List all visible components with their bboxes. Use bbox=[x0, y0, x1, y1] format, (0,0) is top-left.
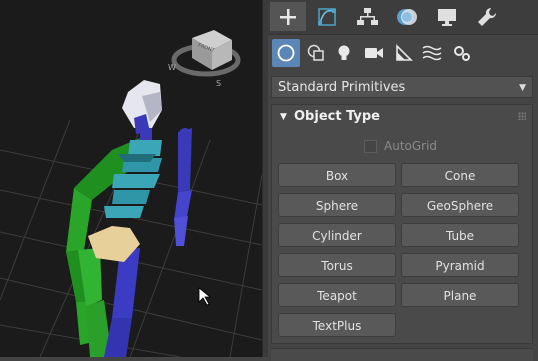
category-dropdown-value: Standard Primitives bbox=[278, 80, 406, 95]
rollout-title: Object Type bbox=[294, 109, 380, 124]
object-type-rollout-header[interactable]: ▼ Object Type bbox=[272, 105, 532, 129]
subcategory-lights[interactable] bbox=[330, 39, 358, 67]
checkbox-box[interactable] bbox=[364, 139, 377, 153]
shapes-icon bbox=[307, 44, 324, 61]
subcategory-geometry[interactable] bbox=[272, 39, 300, 67]
subcategory-helpers[interactable] bbox=[390, 39, 418, 67]
mouse-cursor-icon bbox=[198, 287, 212, 306]
tab-utilities[interactable] bbox=[470, 2, 504, 31]
subcategory-shapes[interactable] bbox=[302, 39, 330, 67]
torus-button[interactable]: Torus bbox=[278, 253, 396, 277]
autogrid-label: AutoGrid bbox=[384, 139, 438, 153]
name-and-color-rollout[interactable] bbox=[271, 348, 533, 361]
modify-curve-icon bbox=[318, 7, 336, 26]
textplus-button[interactable]: TextPlus bbox=[278, 313, 396, 337]
object-type-rollout: ▼ Object Type AutoGrid Box Cone Sphere G… bbox=[271, 104, 533, 344]
gears-icon bbox=[454, 46, 470, 61]
cone-button[interactable]: Cone bbox=[401, 163, 519, 187]
sphere-icon bbox=[277, 44, 295, 62]
tab-motion[interactable] bbox=[390, 2, 424, 31]
command-panel-tabs bbox=[268, 0, 538, 35]
viewport[interactable]: FRONT W S bbox=[0, 0, 262, 357]
box-button[interactable]: Box bbox=[278, 163, 396, 187]
chevron-down-icon: ▼ bbox=[519, 83, 526, 93]
sphere-button[interactable]: Sphere bbox=[278, 193, 396, 217]
wrench-icon bbox=[478, 7, 497, 26]
tube-button[interactable]: Tube bbox=[401, 223, 519, 247]
display-monitor-icon bbox=[438, 8, 456, 26]
tab-display[interactable] bbox=[430, 2, 464, 31]
category-dropdown[interactable]: Standard Primitives ▼ bbox=[271, 76, 533, 98]
geosphere-button[interactable]: GeoSphere bbox=[401, 193, 519, 217]
hierarchy-icon bbox=[357, 7, 378, 25]
light-bulb-icon bbox=[338, 45, 350, 60]
cylinder-button[interactable]: Cylinder bbox=[278, 223, 396, 247]
scene-graphics: FRONT W S bbox=[0, 30, 262, 357]
grip-icon bbox=[518, 112, 526, 120]
plane-button[interactable]: Plane bbox=[401, 283, 519, 307]
tab-hierarchy[interactable] bbox=[350, 2, 384, 31]
camera-icon bbox=[365, 48, 383, 58]
subcategory-space-warps[interactable] bbox=[418, 39, 446, 67]
command-panel: Standard Primitives ▼ ▼ Object Type Auto… bbox=[268, 0, 538, 361]
collapse-triangle-icon: ▼ bbox=[280, 112, 287, 122]
subcategory-systems[interactable] bbox=[448, 39, 476, 67]
wave-icon bbox=[422, 45, 442, 61]
biped-character[interactable] bbox=[66, 80, 192, 357]
pyramid-button[interactable]: Pyramid bbox=[401, 253, 519, 277]
plus-icon bbox=[280, 8, 296, 25]
viewcube[interactable]: FRONT W S bbox=[168, 30, 241, 88]
compass-south: S bbox=[216, 79, 221, 88]
create-subcategories bbox=[268, 36, 538, 72]
helper-tape-icon bbox=[396, 44, 413, 61]
tab-create[interactable] bbox=[270, 2, 306, 31]
subcategory-cameras[interactable] bbox=[360, 39, 388, 67]
teapot-button[interactable]: Teapot bbox=[278, 283, 396, 307]
tab-modify[interactable] bbox=[310, 2, 344, 31]
compass-west: W bbox=[168, 63, 176, 72]
autogrid-checkbox[interactable]: AutoGrid bbox=[364, 137, 437, 155]
motion-icon bbox=[397, 8, 417, 25]
